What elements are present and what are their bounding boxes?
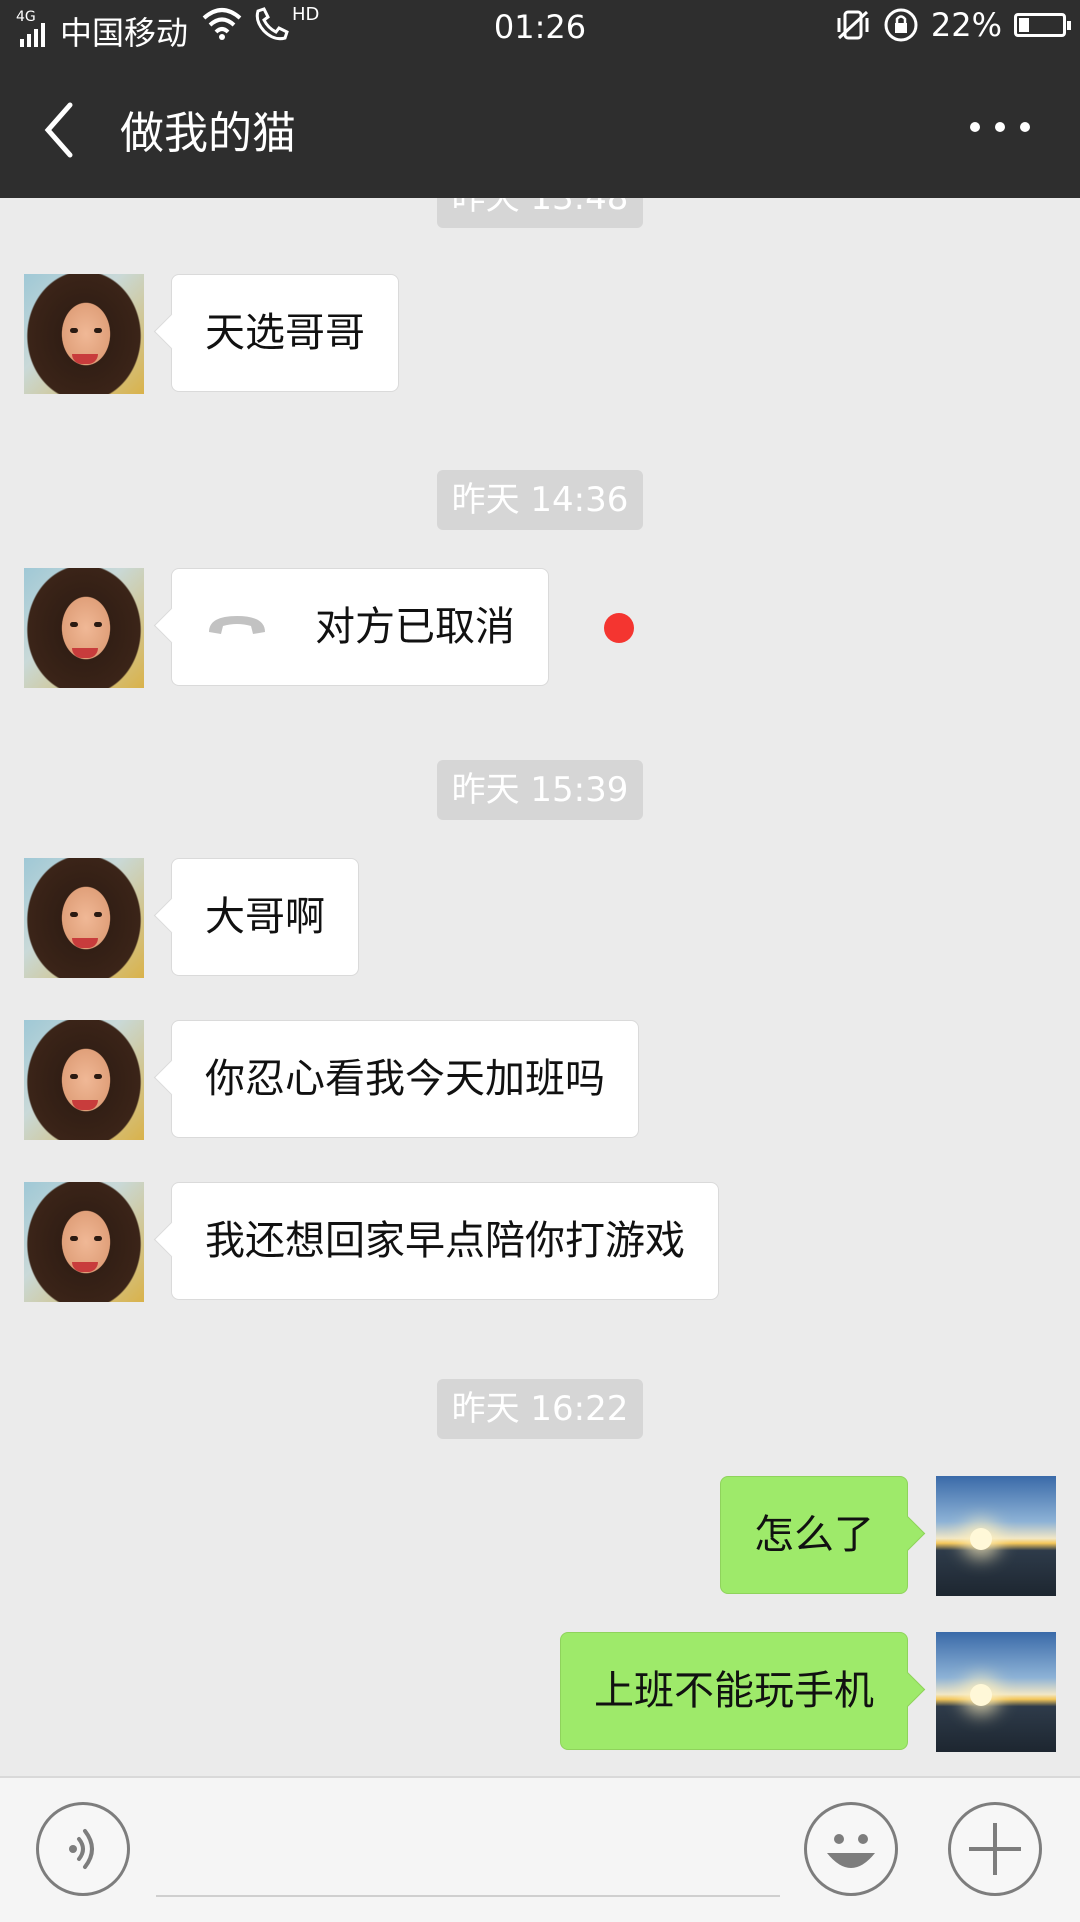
message-input-field[interactable]	[156, 1895, 780, 1897]
voice-input-button[interactable]	[36, 1802, 130, 1896]
call-status-text: 对方已取消	[315, 604, 515, 650]
vibrate-mute-icon	[837, 10, 869, 40]
plus-icon	[969, 1823, 1021, 1875]
battery-icon	[1014, 13, 1071, 37]
voice-input-icon	[69, 1829, 94, 1869]
outgoing-message[interactable]: 怎么了	[720, 1476, 908, 1594]
user-avatar[interactable]	[936, 1476, 1056, 1596]
back-arrow-icon[interactable]	[30, 95, 90, 165]
rotation-lock-icon	[884, 8, 918, 42]
chat-title: 做我的猫	[120, 108, 296, 159]
incoming-message[interactable]: 天选哥哥	[171, 274, 399, 392]
emoji-icon	[827, 1834, 875, 1868]
status-bar: 4G 中国移动 HD 01:26 22%	[0, 0, 1080, 55]
timestamp: 昨天 13:48	[437, 198, 643, 228]
phone-hangup-icon	[209, 616, 265, 634]
user-avatar[interactable]	[936, 1632, 1056, 1752]
timestamp: 昨天 15:39	[437, 760, 643, 820]
timestamp: 昨天 16:22	[437, 1379, 643, 1439]
input-bar	[0, 1776, 1080, 1922]
more-options-icon[interactable]	[970, 107, 1030, 147]
contact-avatar[interactable]	[24, 568, 144, 688]
timestamp: 昨天 14:36	[437, 470, 643, 530]
incoming-message[interactable]: 我还想回家早点陪你打游戏	[171, 1182, 719, 1300]
incoming-message[interactable]: 大哥啊	[171, 858, 359, 976]
voice-call-message[interactable]: 对方已取消	[171, 568, 549, 686]
contact-avatar[interactable]	[24, 1182, 144, 1302]
more-features-button[interactable]	[948, 1802, 1042, 1896]
chat-header: 做我的猫	[0, 55, 1080, 198]
contact-avatar[interactable]	[24, 1020, 144, 1140]
contact-avatar[interactable]	[24, 274, 144, 394]
outgoing-message[interactable]: 上班不能玩手机	[560, 1632, 908, 1750]
incoming-message[interactable]: 你忍心看我今天加班吗	[171, 1020, 639, 1138]
emoji-button[interactable]	[804, 1802, 898, 1896]
chat-message-list[interactable]: 昨天 13:48 天选哥哥 昨天 14:36 对方已取消 昨天 15:39 大哥…	[0, 198, 1080, 1776]
contact-avatar[interactable]	[24, 858, 144, 978]
unread-dot	[604, 613, 634, 643]
battery-percent: 22%	[930, 6, 1002, 44]
